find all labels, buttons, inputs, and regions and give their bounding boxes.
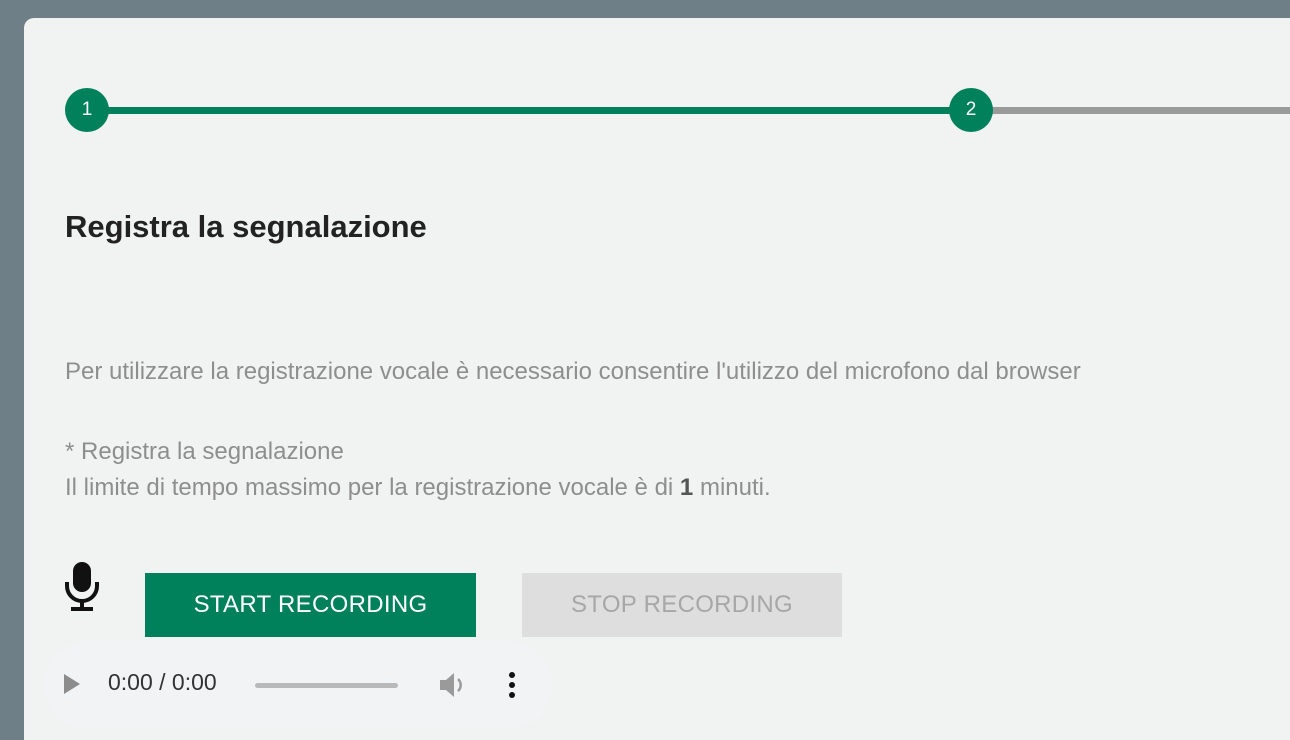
- stepper-line-pending: [974, 107, 1290, 114]
- step-1[interactable]: 1: [65, 88, 109, 132]
- stepper-line-completed: [108, 107, 974, 114]
- time-limit-value: 1: [679, 474, 694, 501]
- page-title: Registra la segnalazione: [65, 209, 427, 244]
- time-limit-suffix: minuti.: [699, 474, 771, 501]
- audio-player: 0:00 / 0:00: [44, 641, 552, 729]
- form-card: 1 2 Registra la segnalazione Per utilizz…: [24, 18, 1290, 740]
- time-limit-prefix: Il limite di tempo massimo per la regist…: [65, 474, 674, 501]
- required-label: * Registra la segnalazione: [65, 438, 344, 465]
- stop-recording-button[interactable]: STOP RECORDING: [522, 573, 842, 637]
- volume-icon[interactable]: [438, 669, 468, 701]
- start-recording-button[interactable]: START RECORDING: [145, 573, 476, 637]
- microphone-info-text: Per utilizzare la registrazione vocale è…: [65, 358, 1081, 385]
- audio-progress-bar[interactable]: [255, 683, 398, 688]
- microphone-icon: [65, 562, 99, 611]
- audio-time: 0:00 / 0:00: [108, 669, 217, 695]
- time-limit-text: Il limite di tempo massimo per la regist…: [65, 470, 771, 506]
- recording-requirements: * Registra la segnalazione Il limite di …: [65, 434, 771, 506]
- step-2[interactable]: 2: [949, 88, 993, 132]
- more-options-icon[interactable]: [507, 669, 517, 701]
- play-icon[interactable]: [64, 674, 80, 694]
